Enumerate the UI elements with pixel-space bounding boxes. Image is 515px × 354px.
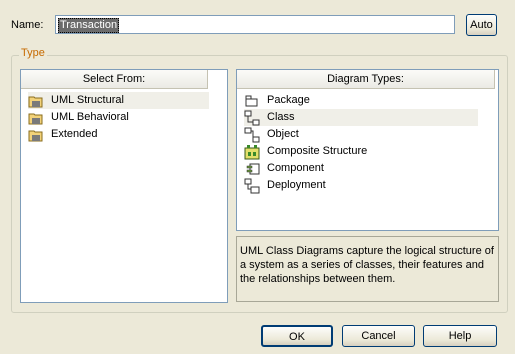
diagram-type-label: Class: [267, 111, 295, 123]
diagram-description: UML Class Diagrams capture the logical s…: [236, 236, 499, 302]
select-from-header[interactable]: Select From:: [21, 70, 208, 89]
diagram-types-list[interactable]: Diagram Types: Package Class Object Comp…: [236, 69, 499, 231]
diagram-type-package[interactable]: Package: [244, 92, 478, 109]
list-item-label: UML Structural: [51, 94, 124, 106]
diagram-type-class[interactable]: Class: [244, 109, 478, 126]
ok-button[interactable]: OK: [261, 325, 333, 347]
package-icon: [245, 95, 258, 107]
diagram-type-label: Object: [267, 128, 299, 140]
type-group-legend: Type: [19, 47, 47, 59]
diagram-type-object[interactable]: Object: [244, 126, 478, 143]
select-from-list[interactable]: Select From: UML Structural UML Behavior…: [20, 69, 228, 303]
list-item-uml-structural[interactable]: UML Structural: [28, 92, 209, 109]
folder-icon: [28, 130, 43, 142]
folder-icon: [28, 96, 43, 108]
help-button[interactable]: Help: [423, 325, 497, 347]
auto-button[interactable]: Auto: [466, 14, 497, 36]
component-icon: [246, 163, 260, 175]
diagram-type-label: Component: [267, 162, 324, 174]
list-item-label: Extended: [51, 128, 98, 140]
diagram-type-composite-structure[interactable]: Composite Structure: [244, 143, 478, 160]
name-label: Name:: [11, 19, 44, 31]
diagram-type-label: Package: [267, 94, 310, 106]
object-icon: [244, 127, 260, 143]
list-item-extended[interactable]: Extended: [28, 126, 209, 143]
diagram-type-label: Deployment: [267, 179, 326, 191]
name-input-value: Transaction: [58, 18, 120, 33]
deployment-icon: [244, 178, 260, 194]
folder-icon: [28, 113, 43, 125]
cancel-button[interactable]: Cancel: [342, 325, 415, 347]
composite-structure-icon: [244, 145, 260, 160]
diagram-type-deployment[interactable]: Deployment: [244, 177, 478, 194]
class-icon: [244, 110, 260, 126]
diagram-type-component[interactable]: Component: [244, 160, 478, 177]
name-input[interactable]: Transaction: [55, 15, 455, 34]
list-item-uml-behavioral[interactable]: UML Behavioral: [28, 109, 209, 126]
diagram-type-label: Composite Structure: [267, 145, 368, 157]
list-item-label: UML Behavioral: [51, 111, 129, 123]
diagram-types-header[interactable]: Diagram Types:: [237, 70, 495, 89]
